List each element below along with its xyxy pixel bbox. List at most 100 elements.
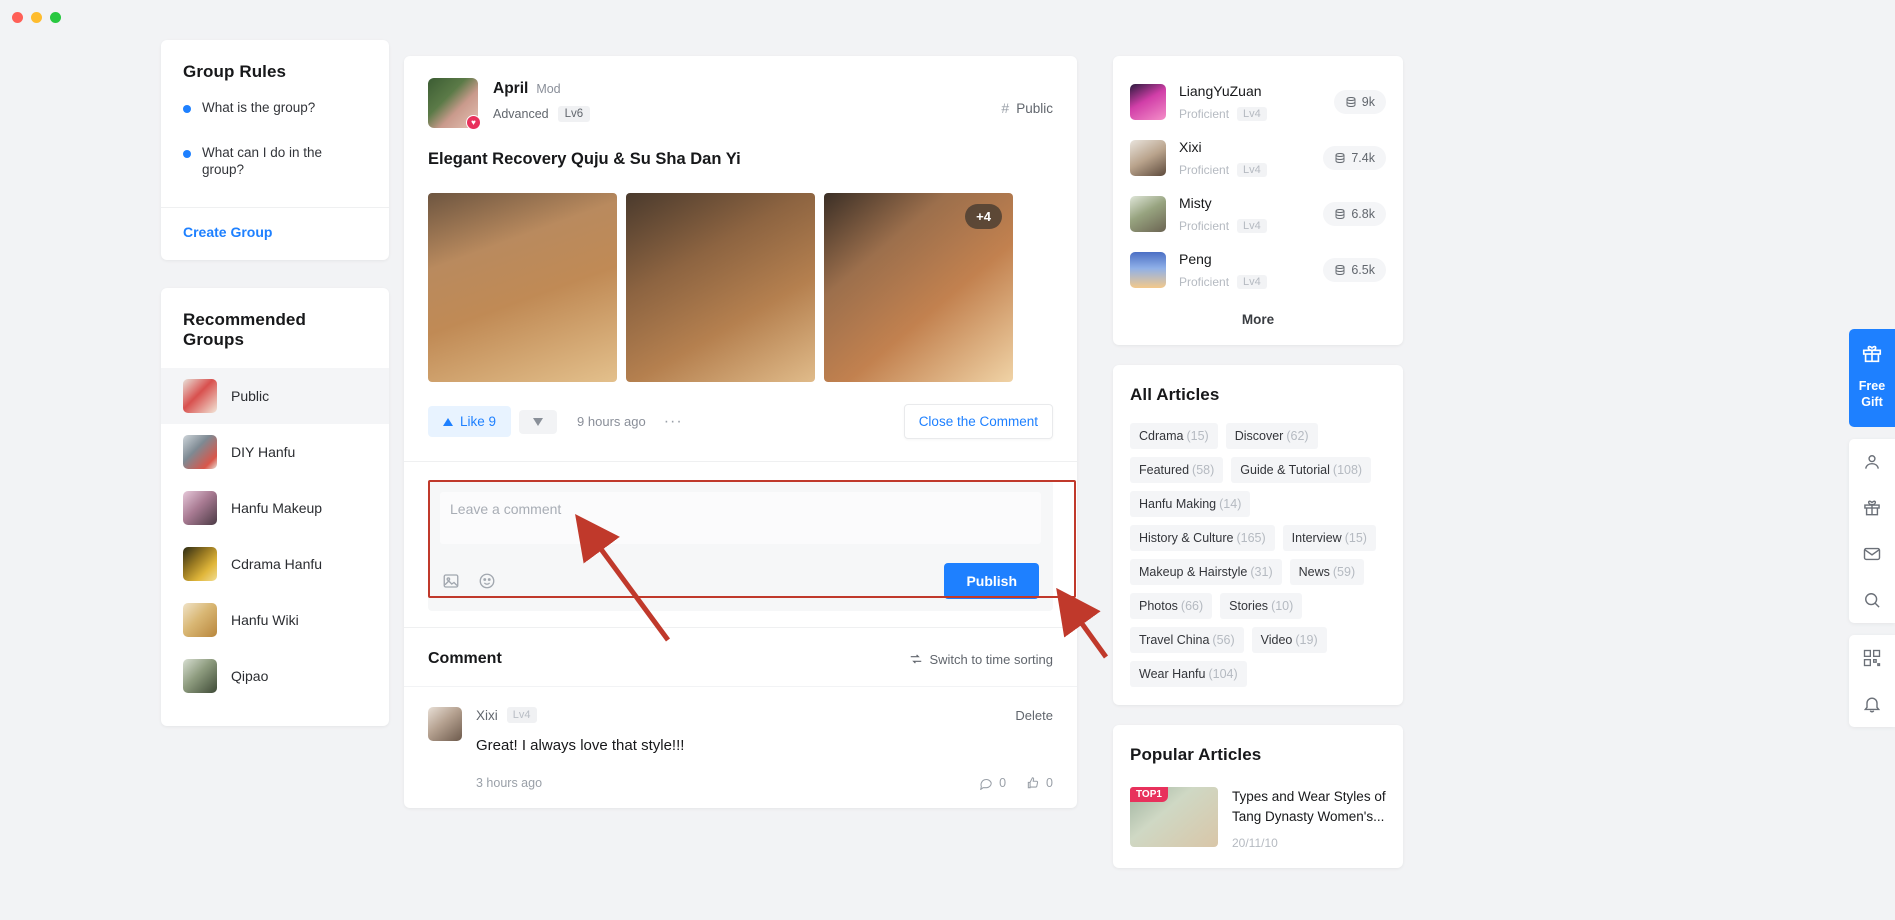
comment-editor: Publish [404, 461, 1077, 627]
comment-like-button[interactable]: 0 [1026, 776, 1053, 790]
comment-reply-button[interactable]: 0 [979, 776, 1006, 790]
article-thumbnail: TOP1 [1130, 787, 1218, 847]
article-tag[interactable]: News(59) [1290, 559, 1365, 585]
member-score-badge: 6.8k [1323, 202, 1386, 226]
article-tag-list: Cdrama(15) Discover(62) Featured(58) Gui… [1113, 423, 1403, 687]
page-title[interactable]: Elegant Recovery Quju & Su Sha Dan Yi [404, 128, 1077, 169]
post-image[interactable]: +4 [824, 193, 1013, 382]
article-tag[interactable]: Discover(62) [1226, 423, 1318, 449]
all-articles-card: All Articles Cdrama(15) Discover(62) Fea… [1113, 365, 1403, 705]
member-meta: LiangYuZuan Proficient Lv4 [1179, 83, 1267, 121]
sidebar-group-hanfu-wiki[interactable]: Hanfu Wiki [161, 592, 389, 648]
group-rule-item[interactable]: What can I do in the group? [161, 145, 389, 207]
sort-toggle-button[interactable]: Switch to time sorting [909, 652, 1053, 667]
group-rules-footer: Create Group [161, 207, 389, 260]
bell-icon[interactable] [1849, 681, 1895, 727]
article-tag[interactable]: Makeup & Hairstyle(31) [1130, 559, 1282, 585]
article-tag[interactable]: Featured(58) [1130, 457, 1223, 483]
post-action-bar: Like 9 9 hours ago ··· Close the Comment [404, 382, 1077, 461]
gift-icon[interactable] [1849, 485, 1895, 531]
group-avatar [183, 379, 217, 413]
article-tag[interactable]: Wear Hanfu(104) [1130, 661, 1247, 687]
member-rank: Proficient [1179, 107, 1229, 121]
member-row[interactable]: Peng Proficient Lv4 6.5k [1113, 242, 1403, 298]
post-more-menu-icon[interactable]: ··· [664, 413, 683, 431]
article-tag[interactable]: Interview(15) [1283, 525, 1376, 551]
avatar[interactable] [428, 707, 462, 741]
popular-articles-card: Popular Articles TOP1 Types and Wear Sty… [1113, 725, 1403, 868]
tag-count: (66) [1181, 599, 1203, 613]
member-rank: Proficient [1179, 219, 1229, 233]
search-icon[interactable] [1849, 577, 1895, 623]
popular-article-date: 20/11/10 [1232, 836, 1386, 850]
author-name[interactable]: April [493, 80, 528, 98]
window-minimize-button[interactable] [31, 12, 42, 23]
recommended-groups-list: Public DIY Hanfu Hanfu Makeup Cdrama Han… [161, 368, 389, 704]
sidebar-group-cdrama-hanfu[interactable]: Cdrama Hanfu [161, 536, 389, 592]
post-image[interactable] [626, 193, 815, 382]
sidebar-group-public[interactable]: Public [161, 368, 389, 424]
tag-count: (62) [1286, 429, 1308, 443]
group-rule-text: What can I do in the group? [202, 145, 367, 179]
user-icon[interactable] [1849, 439, 1895, 485]
article-tag[interactable]: History & Culture(165) [1130, 525, 1275, 551]
right-sidebar: LiangYuZuan Proficient Lv4 9k Xixi [1113, 56, 1403, 868]
group-rule-item[interactable]: What is the group? [161, 100, 389, 145]
article-tag[interactable]: Video(19) [1252, 627, 1327, 653]
group-avatar [183, 547, 217, 581]
member-row[interactable]: Misty Proficient Lv4 6.8k [1113, 186, 1403, 242]
author-rank: Advanced [493, 107, 549, 121]
bullet-icon [183, 150, 191, 158]
article-tag[interactable]: Cdrama(15) [1130, 423, 1218, 449]
post-scope-label: Public [1016, 101, 1053, 116]
like-button[interactable]: Like 9 [428, 406, 511, 437]
author-meta: April Mod Advanced Lv6 [493, 78, 590, 122]
tag-count: (108) [1333, 463, 1362, 477]
gift-icon [1861, 343, 1883, 365]
article-tag[interactable]: Stories(10) [1220, 593, 1302, 619]
qrcode-icon[interactable] [1849, 635, 1895, 681]
dislike-button[interactable] [519, 410, 557, 434]
tag-count: (15) [1345, 531, 1367, 545]
article-tag[interactable]: Hanfu Making(14) [1130, 491, 1250, 517]
free-gift-button[interactable]: Free Gift [1849, 329, 1895, 427]
tag-count: (58) [1192, 463, 1214, 477]
post-scope[interactable]: # Public [1001, 100, 1053, 116]
article-tag[interactable]: Travel China(56) [1130, 627, 1244, 653]
create-group-link[interactable]: Create Group [183, 224, 272, 240]
member-level-badge: Lv4 [1237, 107, 1267, 121]
comment-author-row: Xixi Lv4 Delete [476, 707, 1053, 723]
window-maximize-button[interactable] [50, 12, 61, 23]
comment-editor-inner: Publish [428, 480, 1053, 611]
emoji-icon[interactable] [478, 572, 496, 590]
member-row[interactable]: LiangYuZuan Proficient Lv4 9k [1113, 74, 1403, 130]
author-avatar-wrapper[interactable]: ♥ [428, 78, 478, 128]
sidebar-group-qipao[interactable]: Qipao [161, 648, 389, 704]
member-rank-row: Proficient Lv4 [1179, 219, 1267, 233]
members-more-button[interactable]: More [1113, 298, 1403, 345]
coin-icon [1345, 96, 1357, 108]
avatar [1130, 84, 1166, 120]
mail-icon[interactable] [1849, 531, 1895, 577]
delete-comment-button[interactable]: Delete [1015, 708, 1053, 723]
group-name-label: Qipao [231, 668, 268, 684]
member-name: Peng [1179, 251, 1212, 267]
image-count-badge: +4 [965, 204, 1002, 229]
thumbs-down-icon [533, 418, 543, 426]
publish-button[interactable]: Publish [944, 563, 1039, 599]
member-score-badge: 7.4k [1323, 146, 1386, 170]
popular-article-item[interactable]: TOP1 Types and Wear Styles of Tang Dynas… [1113, 779, 1403, 858]
sidebar-group-hanfu-makeup[interactable]: Hanfu Makeup [161, 480, 389, 536]
article-tag[interactable]: Photos(66) [1130, 593, 1212, 619]
image-icon[interactable] [442, 572, 460, 590]
article-tag[interactable]: Guide & Tutorial(108) [1231, 457, 1371, 483]
close-comment-button[interactable]: Close the Comment [904, 404, 1053, 439]
group-name-label: Hanfu Wiki [231, 612, 299, 628]
comment-author-name[interactable]: Xixi [476, 708, 498, 723]
comment-input[interactable] [440, 492, 1041, 544]
member-row[interactable]: Xixi Proficient Lv4 7.4k [1113, 130, 1403, 186]
window-close-button[interactable] [12, 12, 23, 23]
sidebar-group-diy-hanfu[interactable]: DIY Hanfu [161, 424, 389, 480]
post-image[interactable] [428, 193, 617, 382]
tag-label: Travel China [1139, 633, 1209, 647]
